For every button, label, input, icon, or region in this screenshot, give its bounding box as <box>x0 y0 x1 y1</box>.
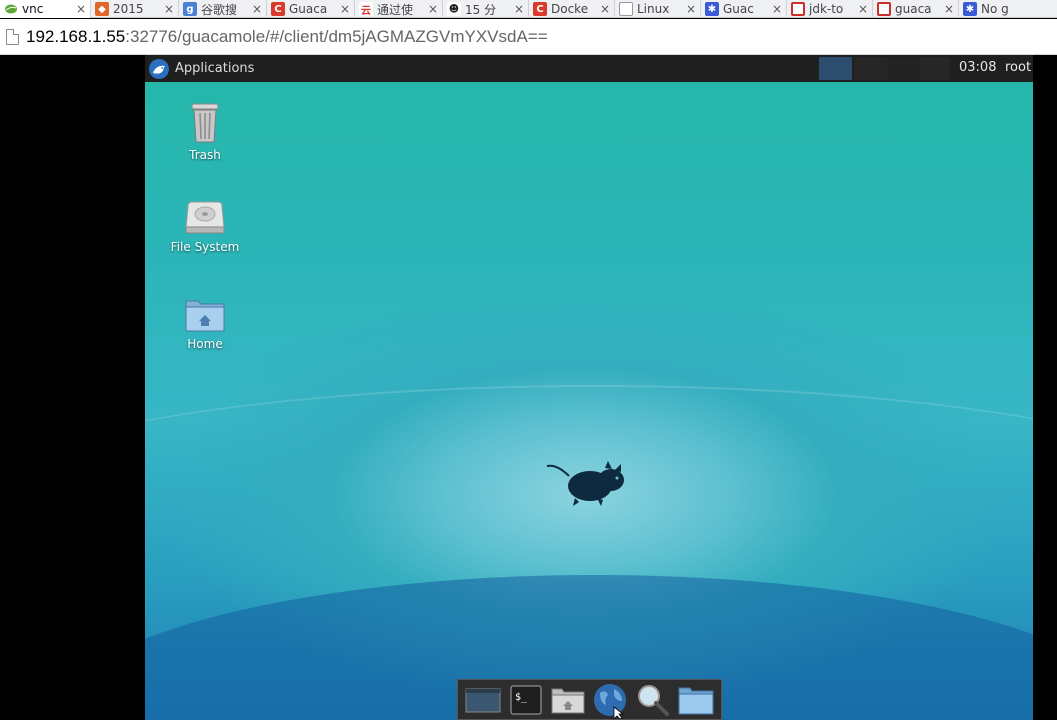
browser-tab[interactable]: ◆ 2015 × <box>91 0 179 18</box>
search-icon <box>638 684 670 716</box>
url-text[interactable]: 192.168.1.55:32776/guacamole/#/client/dm… <box>26 27 548 47</box>
close-icon[interactable]: × <box>514 2 524 16</box>
address-bar[interactable]: 192.168.1.55:32776/guacamole/#/client/dm… <box>0 19 1057 55</box>
workspace-3-button[interactable] <box>887 57 920 80</box>
tab-title: 通过使 <box>377 2 414 17</box>
tab-title: Docke <box>551 2 589 16</box>
panel-clock[interactable]: 03:08 <box>959 60 996 75</box>
c-icon: C <box>271 2 285 16</box>
browser-tab[interactable]: ✱ Guac × <box>701 0 787 18</box>
close-icon[interactable]: × <box>76 2 86 16</box>
remote-desktop[interactable]: Applications 03:08 root Trash File Syste… <box>145 55 1033 720</box>
tab-title: jdk-to <box>809 2 844 16</box>
tab-title: Linux <box>637 2 670 16</box>
paw-icon: ✱ <box>705 2 719 16</box>
close-icon[interactable]: × <box>686 2 696 16</box>
desktop-icon-label: Trash <box>189 148 221 162</box>
tab-title: 谷歌搜 <box>201 2 238 17</box>
close-icon[interactable]: × <box>252 2 262 16</box>
close-icon[interactable]: × <box>164 2 174 16</box>
close-icon[interactable]: × <box>428 2 438 16</box>
tab-title: 15 分 <box>465 2 497 17</box>
web-browser-icon <box>593 683 626 719</box>
tab-title: guaca <box>895 2 932 16</box>
tab-title: vnc <box>22 2 44 16</box>
browser-tab[interactable]: ✱ No g <box>959 0 1047 18</box>
close-icon[interactable]: × <box>944 2 954 16</box>
tab-title: 2015 <box>113 2 144 16</box>
dock-home-folder[interactable] <box>549 682 587 718</box>
file-manager-icon <box>551 688 585 713</box>
browser-tab[interactable]: Linux × <box>615 0 701 18</box>
shield-icon: ◆ <box>95 2 109 16</box>
browser-tab[interactable]: ☻ 15 分 × <box>443 0 529 18</box>
browser-tab[interactable]: guaca × <box>873 0 959 18</box>
top-panel: Applications 03:08 root <box>145 55 1033 82</box>
tab-title: Guaca <box>289 2 328 16</box>
url-host: 192.168.1.55 <box>26 26 126 46</box>
google-icon: g <box>183 2 197 16</box>
bottom-dock: $_ <box>457 679 722 720</box>
paw-icon: ✱ <box>963 2 977 16</box>
desktop-icon-label: Home <box>187 337 223 351</box>
browser-tab[interactable]: C Guaca × <box>267 0 355 18</box>
workspace-1-button[interactable] <box>819 57 852 80</box>
close-icon[interactable]: × <box>340 2 350 16</box>
cloud-icon: 云 <box>359 2 373 17</box>
home-folder-icon <box>185 300 225 332</box>
show-desktop-icon <box>465 688 501 712</box>
browser-tab[interactable]: g 谷歌搜 × <box>179 0 267 18</box>
url-path: :32776/guacamole/#/client/dm5jAGMAZGVmYX… <box>125 26 548 46</box>
workspace-4-button[interactable] <box>920 57 950 80</box>
browser-tab[interactable]: C Docke × <box>529 0 615 18</box>
close-icon[interactable]: × <box>772 2 782 16</box>
terminal-glyph: $_ <box>515 692 528 703</box>
terminal-icon: $_ <box>510 685 542 714</box>
panel-user[interactable]: root <box>1005 60 1031 75</box>
tab-title: Guac <box>723 2 754 16</box>
dock-web-browser[interactable] <box>592 682 630 719</box>
applications-menu-button[interactable]: Applications <box>145 55 254 82</box>
browser-tab[interactable]: jdk-to × <box>787 0 873 18</box>
xfce-logo-icon <box>149 58 169 79</box>
browser-tab-strip: vnc × ◆ 2015 × g 谷歌搜 × C Guaca × 云 通过使 ×… <box>0 0 1057 18</box>
close-icon[interactable]: × <box>858 2 868 16</box>
dock-terminal[interactable]: $_ <box>507 682 545 718</box>
dock-show-desktop[interactable] <box>464 682 502 718</box>
tab-title: No g <box>981 2 1009 16</box>
drive-icon <box>185 201 225 234</box>
page-info-icon[interactable] <box>6 28 19 45</box>
page-icon <box>619 2 633 16</box>
applications-label: Applications <box>175 61 255 76</box>
desktop-icon-trash[interactable]: Trash <box>160 100 250 162</box>
desktop-icon-label: File System <box>170 240 240 254</box>
penguin-icon: ☻ <box>447 2 461 16</box>
c-icon: C <box>533 2 547 16</box>
folder-icon <box>678 687 714 714</box>
browser-tab[interactable]: 云 通过使 × <box>355 0 443 18</box>
xfce-mouse-logo <box>546 461 624 506</box>
trash-icon <box>191 103 219 143</box>
desktop-icon-file-system[interactable]: File System <box>160 200 250 254</box>
csdn-icon <box>877 2 891 16</box>
dock-folder[interactable] <box>677 682 715 718</box>
desktop-icon-home[interactable]: Home <box>160 297 250 351</box>
browser-tab[interactable]: vnc × <box>0 0 91 18</box>
workspace-2-button[interactable] <box>854 57 887 80</box>
leaf-icon <box>4 2 18 16</box>
close-icon[interactable]: × <box>600 2 610 16</box>
csdn-icon <box>791 2 805 16</box>
dock-search[interactable] <box>634 682 672 718</box>
